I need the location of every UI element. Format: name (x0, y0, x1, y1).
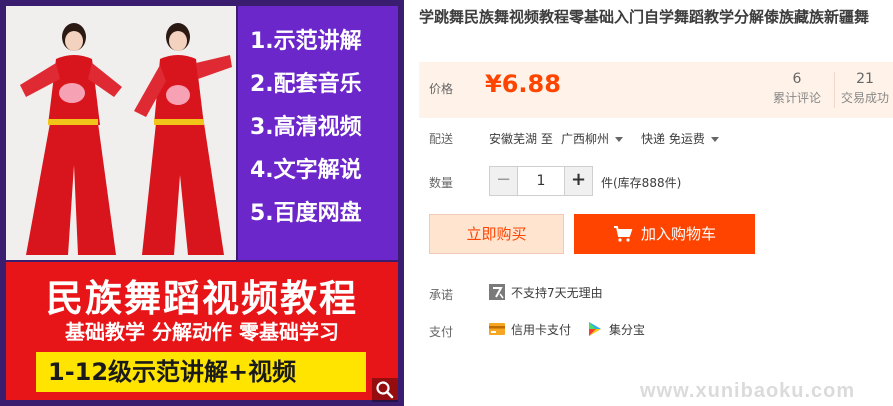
sales-label: 交易成功 (840, 91, 889, 105)
stock-text: 件(库存888件) (601, 176, 682, 190)
shipping-row: 配送 安徽芜湖 至 广西柳州 快递 免运费 (419, 129, 893, 147)
reviews-count: 6 (792, 71, 802, 87)
add-to-cart-button[interactable]: 加入购物车 (574, 214, 755, 254)
product-image[interactable]: 1.示范讲解 2.配套音乐 3.高清视频 4.文字解说 5.百度网盘 民族舞蹈视… (0, 0, 404, 406)
product-page: 1.示范讲解 2.配套音乐 3.高清视频 4.文字解说 5.百度网盘 民族舞蹈视… (0, 0, 893, 406)
feature-item: 2.配套音乐 (250, 72, 362, 97)
price-panel: 价格 ¥6.88 6 累计评论 21 交易成功 (419, 62, 893, 118)
sales-stat: 21 交易成功 (833, 70, 893, 108)
site-watermark: www.xunibaoku.com (640, 380, 856, 402)
ship-method-value: 快递 免运费 (641, 132, 705, 146)
dancer-figure-right (134, 23, 232, 255)
price-label: 价格 (429, 82, 454, 96)
ship-from: 安徽芜湖 至 (489, 132, 553, 146)
credit-card-icon (489, 323, 505, 335)
sales-count: 21 (856, 71, 874, 87)
shipping-label: 配送 (429, 132, 454, 146)
chevron-down-icon (710, 137, 719, 142)
quantity-row: 数量 − 1 + 件(库存888件) (419, 166, 893, 196)
banner-subtitle: 基础教学 分解动作 零基础学习 (65, 320, 339, 344)
dancer-photo (6, 6, 236, 260)
product-details: 学跳舞民族舞视频教程零基础入门自学舞蹈教学分解傣族藏族新疆舞 价格 ¥6.88 … (419, 0, 893, 406)
banner-pill: 1-12级示范讲解+视频 (36, 352, 366, 392)
quantity-input[interactable]: 1 (518, 167, 564, 195)
add-to-cart-label: 加入购物车 (640, 225, 716, 243)
increase-button[interactable]: + (564, 167, 592, 195)
promise-text: 不支持7天无理由 (511, 286, 603, 300)
ship-method-select[interactable]: 快递 免运费 (641, 130, 719, 147)
feature-list: 1.示范讲解 2.配套音乐 3.高清视频 4.文字解说 5.百度网盘 (238, 6, 398, 260)
dancer-figure-left (20, 23, 122, 255)
reviews-stat[interactable]: 6 累计评论 (765, 70, 835, 108)
reviews-label: 累计评论 (772, 91, 821, 105)
quantity-stepper: − 1 + (489, 166, 593, 196)
price-value: ¥6.88 (485, 70, 561, 98)
credit-card-label: 信用卡支付 (511, 323, 572, 337)
jifenbao-payment[interactable]: 集分宝 (587, 320, 645, 340)
quantity-label: 数量 (429, 176, 454, 190)
jifenbao-icon (589, 322, 601, 336)
product-title: 学跳舞民族舞视频教程零基础入门自学舞蹈教学分解傣族藏族新疆舞 (419, 8, 870, 26)
feature-item: 1.示范讲解 (250, 29, 362, 54)
promise-row: 承诺 不支持7天无理由 (419, 283, 893, 303)
buy-now-button[interactable]: 立即购买 (429, 214, 564, 254)
chevron-down-icon (615, 137, 624, 142)
jifenbao-label: 集分宝 (609, 323, 646, 337)
payment-label: 支付 (429, 325, 454, 339)
decrease-button[interactable]: − (490, 167, 518, 195)
banner-title: 民族舞蹈视频教程 (46, 277, 358, 320)
promo-banner: 民族舞蹈视频教程 基础教学 分解动作 零基础学习 1-12级示范讲解+视频 (6, 262, 398, 400)
seven-day-icon (489, 284, 505, 300)
feature-item: 4.文字解说 (250, 158, 362, 183)
cart-icon (613, 226, 633, 242)
magnifier-icon[interactable] (372, 378, 398, 402)
credit-card-payment[interactable]: 信用卡支付 (489, 320, 571, 340)
feature-item: 3.高清视频 (250, 115, 362, 140)
feature-item: 5.百度网盘 (250, 201, 362, 226)
promise-label: 承诺 (429, 288, 454, 302)
ship-to-select[interactable]: 广西柳州 (561, 130, 624, 147)
payment-row: 支付 信用卡支付 集分宝 (419, 320, 893, 340)
ship-to-value: 广西柳州 (561, 132, 610, 146)
no-return-promise[interactable]: 不支持7天无理由 (489, 283, 603, 303)
